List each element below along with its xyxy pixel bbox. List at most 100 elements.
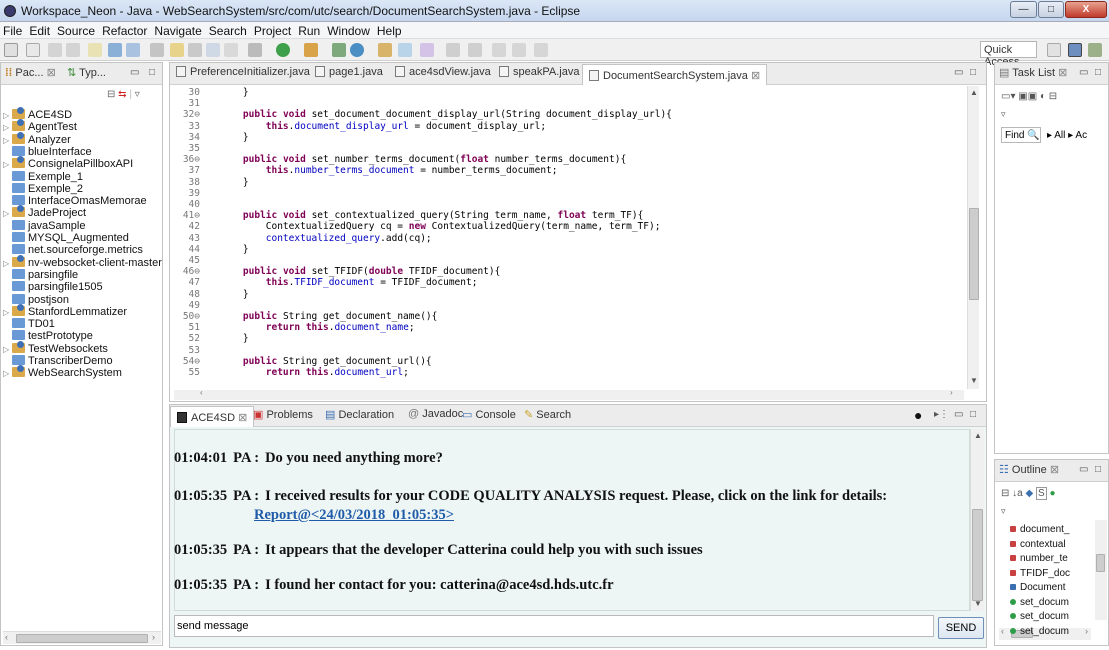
maximize-view-icon[interactable]: □ xyxy=(1095,67,1101,78)
menu-window[interactable]: Window xyxy=(324,22,374,38)
outline-item[interactable]: Document xyxy=(1010,582,1066,593)
tree-item[interactable]: ▷ TestWebsockets xyxy=(3,340,108,356)
tab-task-list[interactable]: ▤ Task List ⊠ xyxy=(999,66,1067,79)
tree-item[interactable]: net.sourceforge.metrics xyxy=(3,244,143,257)
outline-vertical-scrollbar[interactable] xyxy=(1095,520,1107,620)
menu-refactor[interactable]: Refactor xyxy=(99,22,151,38)
run-icon[interactable] xyxy=(276,43,290,57)
maximize-view-icon[interactable]: □ xyxy=(1095,464,1101,475)
expand-icon[interactable]: ▷ xyxy=(3,111,12,120)
external-tools-icon[interactable] xyxy=(304,43,318,57)
focus-icon[interactable]: ◐ xyxy=(1040,91,1046,102)
expand-icon[interactable]: ▷ xyxy=(3,259,12,268)
code-line[interactable]: this.TFIDF_document = TFIDF_document; xyxy=(220,277,478,288)
expand-icon[interactable]: ▷ xyxy=(3,123,12,132)
save-icon[interactable] xyxy=(48,43,62,57)
tree-item[interactable]: parsingfile1505 xyxy=(3,281,103,294)
task-find-input[interactable]: Find 🔍 xyxy=(1001,127,1041,143)
report-link[interactable]: Report@<24/03/2018_01:05:35> xyxy=(254,507,454,524)
code-line[interactable]: ContextualizedQuery cq = new Contextuali… xyxy=(220,221,661,232)
tree-item[interactable]: ▷ Analyzer xyxy=(3,131,71,147)
tab-ace4sdview[interactable]: ace4sdView.java xyxy=(395,66,491,78)
view-menu-icon[interactable]: ▿ xyxy=(1001,109,1006,120)
code-area[interactable]: 30 } 31 32⊖ public void set_document_docum… xyxy=(176,87,971,387)
tab-package-explorer[interactable]: ⁞⁞ Pac... ⊠ xyxy=(5,66,56,79)
tree-item[interactable]: blueInterface xyxy=(3,145,92,159)
outline-item[interactable]: contextual xyxy=(1010,539,1066,550)
open-type-icon[interactable] xyxy=(150,43,164,57)
menu-run[interactable]: Run xyxy=(295,22,324,38)
tree-item[interactable]: ▷ nv-websocket-client-master xyxy=(3,254,162,270)
outline-item[interactable]: set_docum xyxy=(1010,626,1069,637)
view-menu-icon[interactable]: ▿ xyxy=(1001,506,1006,517)
code-line[interactable]: this.document_display_url = document_dis… xyxy=(220,121,546,132)
editor-horizontal-scrollbar[interactable]: ‹ › xyxy=(174,388,964,400)
tree-item[interactable]: MYSQL_Augmented xyxy=(3,232,129,245)
outline-item[interactable]: TFIDF_doc xyxy=(1010,568,1070,579)
code-line[interactable]: } xyxy=(220,87,249,98)
tree-item[interactable]: Exemple_1 xyxy=(3,170,83,184)
maximize-view-icon[interactable]: □ xyxy=(970,409,976,420)
tab-declaration[interactable]: ▤ Declaration xyxy=(325,408,394,421)
tab-speakpa[interactable]: speakPA.java xyxy=(499,66,579,78)
save-all-icon[interactable] xyxy=(66,43,80,57)
forward-icon[interactable] xyxy=(534,43,548,57)
menu-navigate[interactable]: Navigate xyxy=(151,22,205,38)
java-project-icon[interactable] xyxy=(108,43,122,57)
code-line[interactable]: public String get_document_name(){ xyxy=(220,311,437,322)
view-menu-icon[interactable]: ▿ xyxy=(135,89,140,100)
tab-preference-initializer[interactable]: PreferenceInitializer.java xyxy=(176,66,310,78)
menu-source[interactable]: Source xyxy=(54,22,99,38)
annotation-icon[interactable] xyxy=(188,43,202,57)
package-icon[interactable] xyxy=(126,43,140,57)
tree-item[interactable]: testPrototype xyxy=(3,330,93,343)
tree-item[interactable]: ▷ JadeProject xyxy=(3,205,86,220)
open-perspective-icon[interactable] xyxy=(1047,43,1061,57)
tree-item[interactable]: javaSample xyxy=(3,219,85,233)
back-icon[interactable] xyxy=(512,43,526,57)
collapse-all-icon[interactable]: ⊟ xyxy=(1001,488,1009,499)
code-line[interactable]: public String get_document_url(){ xyxy=(220,356,432,367)
minimize-view-icon[interactable]: ▭ xyxy=(1079,464,1088,475)
tab-problems[interactable]: ▣ Problems xyxy=(253,408,313,421)
message-input[interactable]: send message xyxy=(174,615,934,637)
prev-annotation-icon[interactable] xyxy=(468,43,482,57)
expand-icon[interactable]: ▷ xyxy=(3,136,12,145)
menu-file[interactable]: File xyxy=(0,22,26,38)
expand-icon[interactable]: ▷ xyxy=(3,209,12,218)
menu-search[interactable]: Search xyxy=(206,22,251,38)
code-line[interactable]: public void set_number_terms_document(fl… xyxy=(220,154,626,165)
code-line[interactable]: public void set_contextualized_query(Str… xyxy=(220,210,643,221)
minimize-button[interactable]: — xyxy=(1010,1,1037,18)
code-line[interactable]: contextualized_query.add(cq); xyxy=(220,233,432,244)
search-toolbar-icon[interactable] xyxy=(206,43,220,57)
collapse-all-icon[interactable]: ⊟ xyxy=(107,89,115,100)
tree-item[interactable]: ▷ ConsignelaPillboxAPI xyxy=(3,156,133,171)
tab-type-hierarchy[interactable]: ⇅ Typ... xyxy=(67,66,106,79)
close-button[interactable]: X xyxy=(1065,1,1107,18)
expand-icon[interactable]: ▷ xyxy=(3,160,12,169)
view-menu-icon[interactable]: ▸⋮ xyxy=(934,409,949,420)
new-wizard-icon[interactable] xyxy=(26,43,40,57)
link-editor-icon[interactable]: ⇆ xyxy=(118,89,126,100)
outline-item[interactable]: set_docum xyxy=(1010,611,1069,622)
menu-edit[interactable]: Edit xyxy=(26,22,54,38)
code-line[interactable]: return this.document_url; xyxy=(220,367,409,378)
code-line[interactable]: } xyxy=(220,177,249,188)
code-line[interactable]: public void set_TFIDF(double TFIDF_docum… xyxy=(220,266,500,277)
expand-icon[interactable]: ▷ xyxy=(3,308,12,317)
new-icon[interactable] xyxy=(4,43,18,57)
chat-vertical-scrollbar[interactable]: ▲ ▼ xyxy=(970,429,984,611)
code-line[interactable]: } xyxy=(220,333,249,344)
pin-icon[interactable] xyxy=(224,43,238,57)
code-line[interactable]: } xyxy=(220,244,249,255)
code-line[interactable]: this.number_terms_document = number_term… xyxy=(220,165,558,176)
hide-fields-icon[interactable]: ◆ xyxy=(1026,488,1034,499)
tree-item[interactable]: postjson xyxy=(3,293,69,307)
tree-item[interactable]: parsingfile xyxy=(3,268,78,282)
minimize-editor-icon[interactable]: ▭ xyxy=(954,67,963,78)
java-perspective-icon[interactable] xyxy=(1068,43,1082,57)
tab-search[interactable]: ✎ Search xyxy=(524,408,571,421)
open-folder-icon[interactable] xyxy=(378,43,392,57)
task-activate-link[interactable]: Ac xyxy=(1075,130,1087,141)
